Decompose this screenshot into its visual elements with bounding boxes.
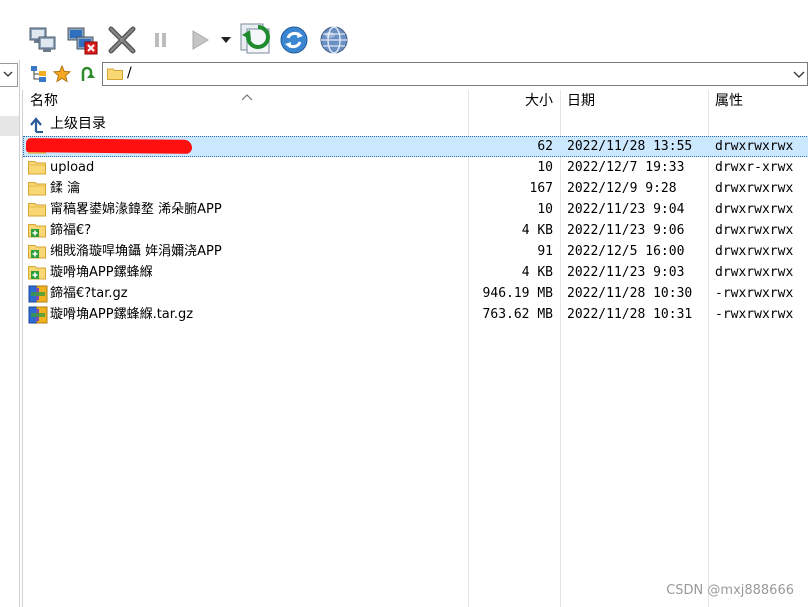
file-row[interactable]: 缃戝潃璇哻埆鑷 姩涓嬭浇APP 91 2022/12/5 16:00 drwxrwxr… bbox=[23, 241, 808, 262]
chevron-down-icon[interactable] bbox=[793, 68, 805, 83]
sync-icon[interactable] bbox=[238, 21, 272, 55]
disconnect-icon[interactable] bbox=[65, 23, 99, 57]
file-attributes: drwxrwxrwx bbox=[715, 202, 794, 217]
file-date: 2022/11/28 10:30 bbox=[567, 286, 693, 301]
file-date: 2022/11/23 9:04 bbox=[567, 202, 685, 217]
file-size: 4 KB bbox=[521, 265, 553, 280]
folder-icon bbox=[28, 180, 46, 197]
globe-icon[interactable] bbox=[318, 23, 350, 57]
file-name: 甯稿畧鍙婂湪鍏堥 浠朵腑APP bbox=[50, 202, 222, 217]
watermark: CSDN @mxj888666 bbox=[666, 583, 794, 598]
file-attributes: -rwxrwxrwx bbox=[715, 286, 794, 301]
file-attributes: drwxrwxrwx bbox=[715, 139, 794, 154]
favorites-star-icon[interactable] bbox=[52, 64, 72, 83]
file-name: 璇嗗埆APP鏍蜂緥 bbox=[50, 265, 153, 280]
file-date: 2022/12/7 19:33 bbox=[567, 160, 685, 175]
file-date: 2022/11/23 9:03 bbox=[567, 265, 685, 280]
file-attributes: drwxrwxrwx bbox=[715, 244, 794, 259]
file-size: 946.19 MB bbox=[482, 286, 553, 301]
file-date: 2022/11/28 13:55 bbox=[567, 139, 693, 154]
path-input[interactable]: / bbox=[102, 62, 808, 86]
file-row[interactable]: 鍒 瀹 167 2022/12/9 9:28 drwxrwxrwx bbox=[23, 178, 808, 199]
dropdown-arrow-icon[interactable] bbox=[219, 23, 233, 57]
folder-icon bbox=[28, 201, 46, 218]
chevron-down-icon bbox=[3, 71, 13, 77]
file-size: 167 bbox=[529, 181, 553, 196]
file-attributes: drwxr-xrwx bbox=[715, 160, 794, 175]
file-row[interactable]: 璇嗗埆APP鏍蜂緥.tar.gz 763.62 MB 2022/11/28 10:3… bbox=[23, 304, 808, 325]
left-tree-selected-item[interactable] bbox=[0, 116, 19, 136]
file-row[interactable]: upload 10 2022/12/7 19:33 drwxr-xrwx bbox=[23, 157, 808, 178]
file-size: 763.62 MB bbox=[482, 307, 553, 322]
file-size: 4 KB bbox=[521, 223, 553, 238]
column-attr-header[interactable]: 属性 bbox=[715, 90, 743, 112]
file-attributes: drwxrwxrwx bbox=[715, 181, 794, 196]
file-attributes: -rwxrwxrwx bbox=[715, 307, 794, 322]
file-name: 缃戝潃璇哻埆鑷 姩涓嬭浇APP bbox=[50, 244, 222, 259]
file-name: 鍗福€?tar.gz bbox=[50, 286, 128, 301]
file-row[interactable]: 璇嗗埆APP鏍蜂緥 4 KB 2022/11/23 9:03 drwxrwxrwx bbox=[23, 262, 808, 283]
parent-dir-label: 上级目录 bbox=[50, 116, 106, 132]
folder-icon bbox=[28, 159, 46, 176]
file-name: 璇嗗埆APP鏍蜂緥.tar.gz bbox=[50, 307, 194, 322]
file-date: 2022/11/28 10:31 bbox=[567, 307, 693, 322]
up-arrow-icon bbox=[28, 116, 46, 133]
folder-icon bbox=[107, 67, 123, 84]
archive-icon bbox=[28, 285, 48, 303]
file-list[interactable]: 名称 大小 日期 属性 上级目录 62 2022/11/28 13:55 drwxr… bbox=[22, 90, 808, 607]
left-pane[interactable] bbox=[0, 60, 20, 607]
play-icon[interactable] bbox=[188, 23, 212, 57]
parent-dir-row[interactable]: 上级目录 bbox=[23, 114, 808, 135]
column-date-header[interactable]: 日期 bbox=[567, 90, 595, 112]
connect-icon[interactable] bbox=[27, 23, 59, 57]
toolbar bbox=[0, 20, 808, 60]
file-size: 91 bbox=[537, 244, 553, 259]
current-path: / bbox=[127, 65, 132, 81]
folder-plus-icon bbox=[28, 264, 46, 281]
file-name: 鍒 瀹 bbox=[50, 181, 81, 196]
file-row-selected[interactable]: 62 2022/11/28 13:55 drwxrwxrwx bbox=[23, 136, 808, 157]
left-drive-select[interactable] bbox=[0, 63, 18, 87]
tree-view-icon[interactable] bbox=[30, 65, 48, 83]
column-size-header[interactable]: 大小 bbox=[525, 90, 553, 112]
file-date: 2022/12/9 9:28 bbox=[567, 181, 677, 196]
file-name: upload bbox=[50, 160, 95, 175]
column-header: 名称 大小 日期 属性 bbox=[23, 90, 808, 112]
file-size: 62 bbox=[537, 139, 553, 154]
go-up-arrow-icon[interactable] bbox=[78, 65, 96, 83]
delete-icon[interactable] bbox=[106, 23, 138, 57]
file-size: 10 bbox=[537, 202, 553, 217]
file-date: 2022/12/5 16:00 bbox=[567, 244, 685, 259]
file-attributes: drwxrwxrwx bbox=[715, 223, 794, 238]
file-row[interactable]: 甯稿畧鍙婂湪鍏堥 浠朵腑APP 10 2022/11/23 9:04 drwxrwxr… bbox=[23, 199, 808, 220]
column-name-header[interactable]: 名称 bbox=[30, 90, 58, 112]
file-row[interactable]: 鍗福€?tar.gz 946.19 MB 2022/11/28 10:30 -rwxr… bbox=[23, 283, 808, 304]
title-strip bbox=[0, 0, 808, 21]
redaction-mark bbox=[25, 138, 193, 154]
file-name: 鍗福€? bbox=[50, 223, 92, 238]
file-row[interactable]: 鍗福€? 4 KB 2022/11/23 9:06 drwxrwxrwx bbox=[23, 220, 808, 241]
folder-plus-icon bbox=[28, 243, 46, 260]
archive-icon bbox=[28, 306, 48, 324]
file-date: 2022/11/23 9:06 bbox=[567, 223, 685, 238]
folder-plus-icon bbox=[28, 222, 46, 239]
pause-icon[interactable] bbox=[150, 23, 172, 57]
sort-up-icon bbox=[241, 90, 253, 105]
file-attributes: drwxrwxrwx bbox=[715, 265, 794, 280]
file-size: 10 bbox=[537, 160, 553, 175]
refresh-icon[interactable] bbox=[278, 23, 310, 57]
